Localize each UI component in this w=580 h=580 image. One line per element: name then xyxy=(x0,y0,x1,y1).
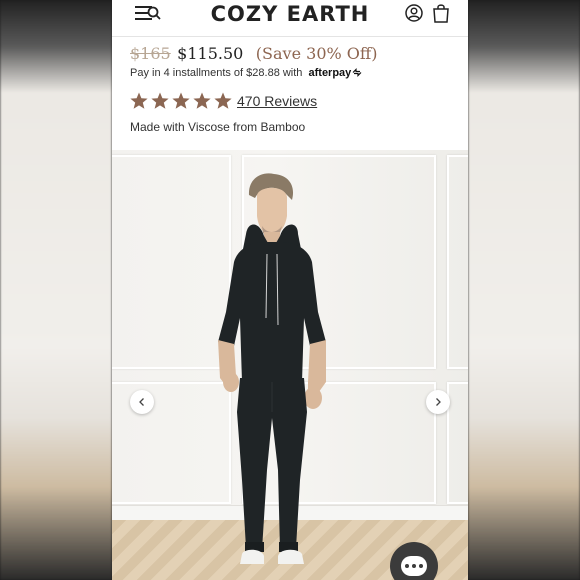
original-price: $165 xyxy=(130,44,171,63)
star-icon xyxy=(172,92,190,109)
material-note: Made with Viscose from Bamboo xyxy=(130,120,306,134)
installments-info: Pay in 4 installments of $28.88 with aft… xyxy=(130,67,362,79)
reviews-link[interactable]: 470 Reviews xyxy=(237,93,317,109)
model-figure xyxy=(218,173,326,564)
product-image[interactable] xyxy=(112,150,468,580)
afterpay-logo[interactable]: afterpay xyxy=(309,67,363,79)
star-icon xyxy=(193,92,211,109)
next-image-button[interactable] xyxy=(426,390,450,414)
star-icon xyxy=(130,92,148,109)
sale-price: $115.50 xyxy=(177,44,244,63)
background-right xyxy=(468,0,580,580)
site-header: COZY EARTH xyxy=(112,0,468,37)
star-icon xyxy=(214,92,232,109)
prev-image-button[interactable] xyxy=(130,390,154,414)
account-icon[interactable] xyxy=(405,4,423,22)
product-page: COZY EARTH $165 $115.50 (Save 30% Off) P… xyxy=(112,0,468,580)
afterpay-arrows-icon xyxy=(352,68,362,77)
star-icon xyxy=(151,92,169,109)
price-row: $165 $115.50 (Save 30% Off) xyxy=(130,44,378,66)
chevron-right-icon xyxy=(436,398,441,406)
cart-icon[interactable] xyxy=(432,3,450,23)
savings-label: (Save 30% Off) xyxy=(255,44,378,63)
chevron-left-icon xyxy=(139,398,144,406)
chat-icon xyxy=(401,556,427,576)
rating-stars[interactable] xyxy=(129,91,234,111)
background-left xyxy=(0,0,112,580)
installments-text: Pay in 4 installments of $28.88 with xyxy=(130,67,303,79)
